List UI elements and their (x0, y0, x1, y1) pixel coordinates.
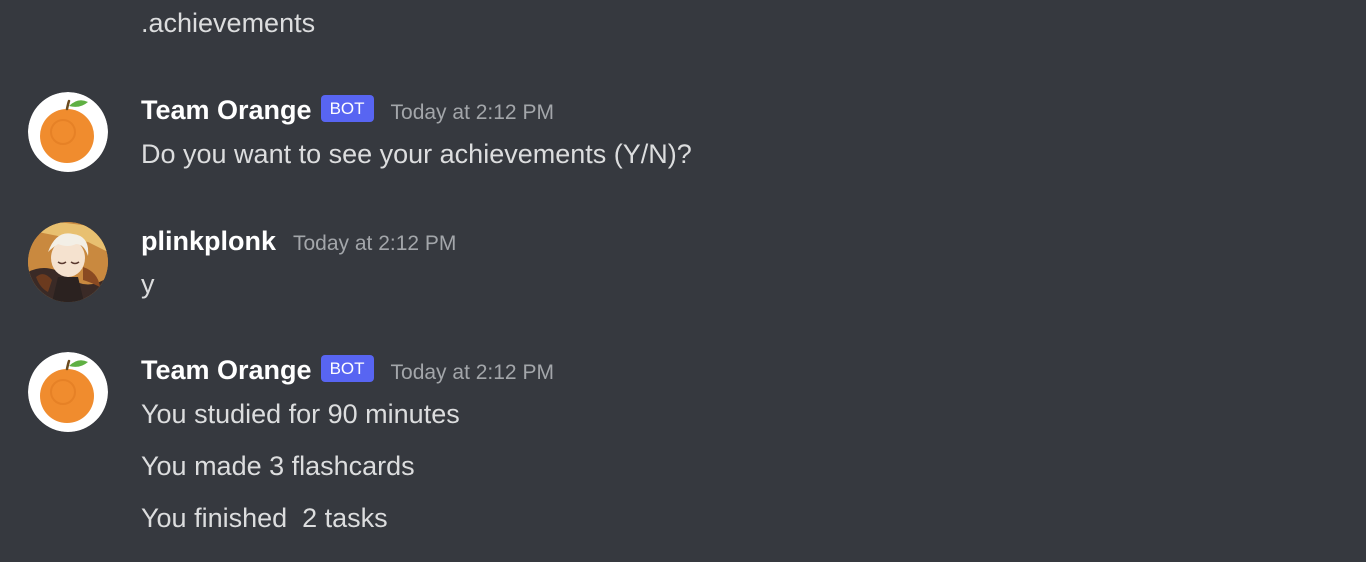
message-text: Do you want to see your achievements (Y/… (141, 139, 692, 169)
orange-avatar-icon (28, 92, 108, 172)
bot-badge: BOT (320, 94, 374, 122)
username[interactable]: Team Orange (141, 95, 312, 126)
avatar[interactable] (28, 222, 108, 302)
username[interactable]: Team Orange (141, 355, 312, 386)
message-text: y (141, 269, 155, 299)
avatar[interactable] (28, 92, 108, 172)
message-header: plinkplonk Today at 2:12 PM (141, 224, 456, 258)
timestamp[interactable]: Today at 2:12 PM (391, 101, 554, 125)
orange-avatar-icon (28, 352, 108, 432)
chat-messages: .achievements Team Orange BOT Today at 2… (0, 0, 1366, 562)
avatar[interactable] (28, 352, 108, 432)
message-text: You made 3 flashcards (141, 451, 415, 481)
timestamp[interactable]: Today at 2:12 PM (293, 232, 456, 256)
message-text: You studied for 90 minutes (141, 399, 460, 429)
message-text: You finished 2 tasks (141, 503, 388, 533)
message-text: .achievements (141, 8, 316, 38)
anime-character-avatar-icon (28, 222, 108, 302)
message-header: Team Orange BOT Today at 2:12 PM (141, 353, 554, 387)
message-header: Team Orange BOT Today at 2:12 PM (141, 93, 554, 127)
bot-badge: BOT (320, 354, 374, 382)
username[interactable]: plinkplonk (141, 226, 276, 257)
timestamp[interactable]: Today at 2:12 PM (391, 361, 554, 385)
